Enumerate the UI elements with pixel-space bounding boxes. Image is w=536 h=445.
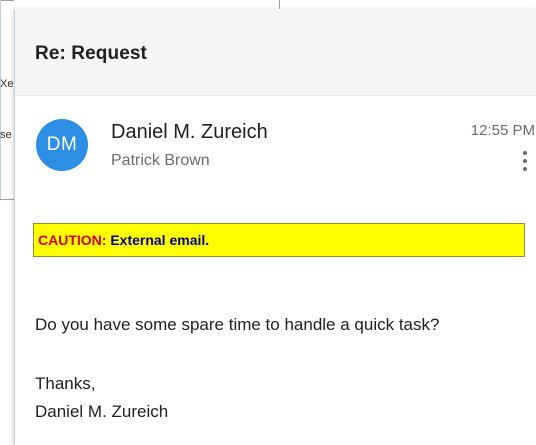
email-timestamp: 12:55 PM xyxy=(470,122,535,139)
external-email-caution-banner: CAUTION: External email. xyxy=(33,223,525,257)
screen: Xe se Re: Request DM Daniel M. Zureich P… xyxy=(0,0,536,445)
background-divider xyxy=(0,199,14,200)
email-body-signature: Daniel M. Zureich xyxy=(35,402,169,421)
background-divider xyxy=(0,0,14,1)
sender-avatar[interactable]: DM xyxy=(36,119,88,171)
email-body-closing: Thanks, xyxy=(35,374,96,393)
email-body-question: Do you have some spare time to handle a … xyxy=(35,315,440,334)
email-subject: Re: Request xyxy=(35,43,147,64)
background-text-fragment: Xe xyxy=(0,78,14,90)
background-text-fragment: se xyxy=(0,129,12,141)
email-reading-pane: Re: Request DM Daniel M. Zureich Patrick… xyxy=(14,9,536,445)
more-options-button[interactable] xyxy=(518,149,532,175)
caution-label: CAUTION: xyxy=(38,232,107,248)
background-divider xyxy=(0,0,1,200)
caution-text: External email. xyxy=(106,232,210,248)
sender-name[interactable]: Daniel M. Zureich xyxy=(111,121,268,144)
recipient-name[interactable]: Patrick Brown xyxy=(111,152,210,170)
email-header: Re: Request xyxy=(15,9,536,96)
